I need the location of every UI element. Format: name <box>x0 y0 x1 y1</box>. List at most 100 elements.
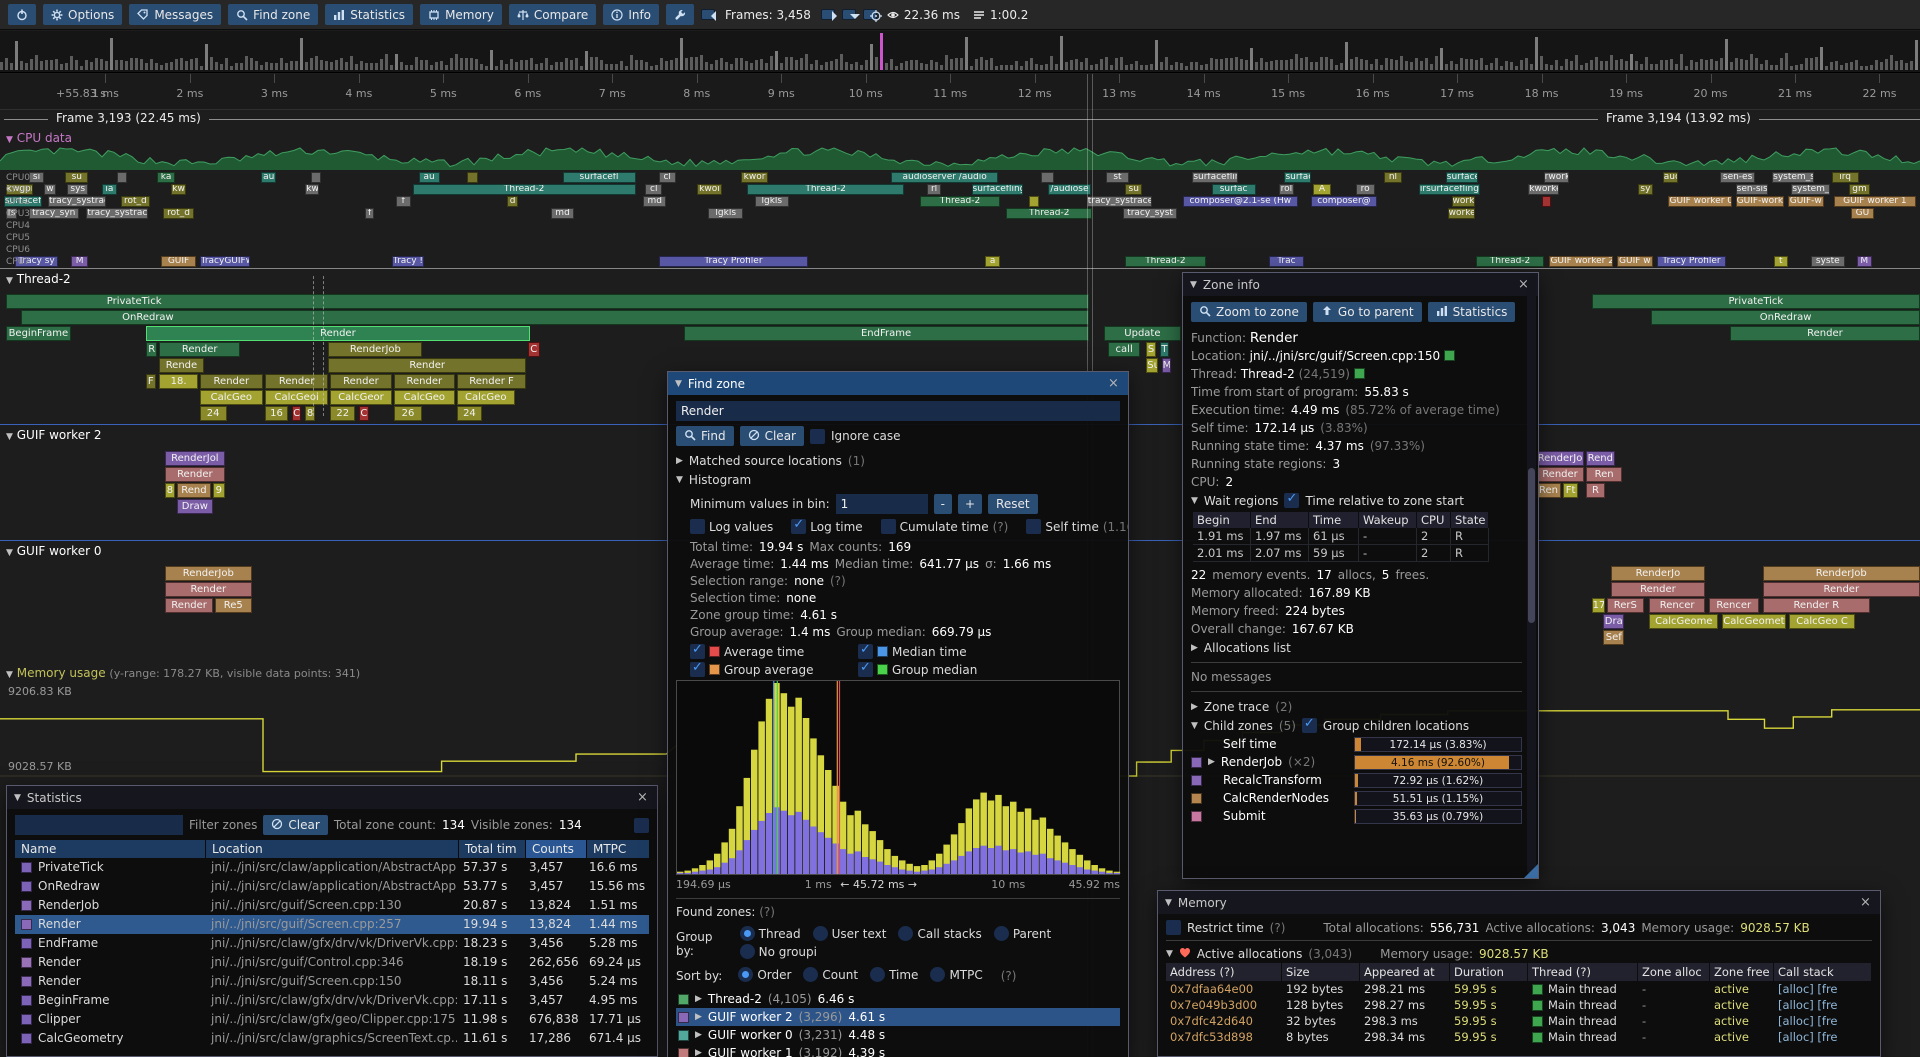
timeline-zone[interactable]: Render <box>165 598 213 613</box>
found-group-guif-worker-1[interactable]: ▶GUIF worker 1(3,192)4.39 s <box>676 1044 1120 1057</box>
close-icon[interactable]: × <box>1858 895 1873 910</box>
option-log-values[interactable]: Log values <box>690 519 773 534</box>
collapse-icon[interactable]: ▼ <box>14 793 21 803</box>
toolbar-button-find-zone[interactable]: Find zone <box>228 4 318 25</box>
memory-column-thread[interactable]: Thread (?) <box>1528 963 1638 981</box>
timeline-zone[interactable]: OnRedraw <box>21 310 1089 325</box>
matched-source-locations[interactable]: ▶Matched source locations(1) <box>676 451 1120 470</box>
frame-label-3193[interactable]: Frame 3,193 (22.45 ms) <box>48 111 209 125</box>
stats-row-render[interactable]: Renderjni/../jni/src/guif/Control.cpp:34… <box>15 953 649 972</box>
child-zone-self-time[interactable]: Self time172.14 μs (3.83%) <box>1191 735 1522 753</box>
toolbar-button-memory[interactable]: Memory <box>420 4 502 25</box>
timeline-zone[interactable]: EndFrame <box>684 326 1089 341</box>
memory-column-duration[interactable]: Duration <box>1450 963 1528 981</box>
timeline-zone[interactable]: 16 <box>265 406 288 421</box>
timeline-zone[interactable]: CalcGeo <box>457 390 515 405</box>
timeline-zone[interactable]: Render R <box>1763 598 1871 613</box>
stats-row-render[interactable]: Renderjni/../jni/src/guif/Screen.cpp:150… <box>15 972 649 991</box>
child-zone-recalctransform[interactable]: RecalcTransform72.92 μs (1.62%) <box>1191 771 1522 789</box>
timeline-zone[interactable]: M <box>1162 358 1172 373</box>
stats-column-location[interactable]: Location <box>206 840 458 858</box>
memory-column-zone-alloc[interactable]: Zone alloc <box>1638 963 1710 981</box>
timeline-zone[interactable]: RenderJob <box>1763 566 1920 581</box>
timeline-zone[interactable]: F <box>146 374 156 389</box>
timeline-zone[interactable]: Rend <box>1586 451 1615 466</box>
child-zone-submit[interactable]: Submit35.63 μs (0.79%) <box>1191 807 1522 825</box>
timeline-zone[interactable]: RenderJob <box>328 342 422 357</box>
stats-row-renderjob[interactable]: RenderJobjni/../jni/src/guif/Screen.cpp:… <box>15 896 649 915</box>
chevron-down-icon[interactable]: ▼ <box>676 475 683 485</box>
chevron-right-icon[interactable]: ▶ <box>1208 757 1215 767</box>
collapse-icon[interactable]: ▼ <box>1165 898 1172 908</box>
legend-average-time[interactable]: Average time <box>690 644 840 659</box>
stats-row-privatetick[interactable]: PrivateTickjni/../jni/src/claw/applicati… <box>15 858 649 877</box>
reset-button[interactable]: Reset <box>988 494 1038 514</box>
found-group-guif-worker-0[interactable]: ▶GUIF worker 0(3,231)4.48 s <box>676 1026 1120 1044</box>
timeline-zone[interactable]: Rencer <box>1649 598 1705 613</box>
toolbar-button-options[interactable]: Options <box>43 4 122 25</box>
stats-row-beginframe[interactable]: BeginFramejni/../jni/src/claw/gfx/drv/vk… <box>15 991 649 1010</box>
frame-markers-row[interactable]: Frame 3,193 (22.45 ms) Frame 3,194 (13.9… <box>0 110 1920 128</box>
group-by-user-text[interactable]: User text <box>813 926 887 941</box>
timeline-zone[interactable]: C <box>359 406 369 421</box>
relative-time-checkbox[interactable] <box>1284 493 1299 508</box>
cpu-data-header[interactable]: ▼ CPU data <box>6 131 72 145</box>
timeline-zone[interactable]: Render <box>165 582 251 597</box>
timeline-zone[interactable]: C <box>292 406 302 421</box>
timeline-zone[interactable]: 9 <box>213 483 225 498</box>
chevron-right-icon[interactable]: ▶ <box>695 994 702 1004</box>
allocation-row-0x7dfc42d640[interactable]: 0x7dfc42d64032 bytes298.3 ms59.95 sMain … <box>1166 1013 1872 1029</box>
timeline-zone[interactable]: Sef <box>1603 630 1624 645</box>
timeline-zone[interactable]: Draw <box>177 499 213 514</box>
toolbar-button-power[interactable] <box>8 4 36 25</box>
nav-prev-frame[interactable] <box>701 9 715 20</box>
timeline-zone[interactable]: CalcGeomet <box>1722 614 1785 629</box>
wait-regions-header[interactable]: ▼Wait regions Time relative to zone star… <box>1191 491 1522 510</box>
timeline-zone[interactable]: 22 <box>330 406 355 421</box>
memory-column-call-stack[interactable]: Call stack <box>1774 963 1872 981</box>
timeline-zone[interactable]: RerS <box>1607 598 1643 613</box>
collapse-icon[interactable]: ▼ <box>1190 280 1197 290</box>
thread-header-guif-worker-0[interactable]: ▼ GUIF worker 0 <box>6 544 101 558</box>
timeline-zone[interactable]: Su <box>1146 358 1158 373</box>
memory-column-address[interactable]: Address (?) <box>1166 963 1282 981</box>
timeline-zone[interactable]: S <box>1146 342 1156 357</box>
thread-header-thread-2[interactable]: ▼ Thread-2 <box>6 272 71 286</box>
child-zone-renderjob[interactable]: ▶RenderJob(×2)4.16 ms (92.60%) <box>1191 753 1522 771</box>
timeline-zone[interactable]: Render F <box>457 374 526 389</box>
timeline-zone[interactable]: CalcGeoi <box>265 390 328 405</box>
timeline-zone[interactable]: Render <box>165 467 225 482</box>
timeline-zone[interactable]: Render <box>330 374 391 389</box>
timeline-zone[interactable]: Ren <box>1536 483 1561 498</box>
timeline-zone[interactable]: RenderJo <box>1536 451 1584 466</box>
timeline-zone[interactable]: CalcGeo C <box>1789 614 1854 629</box>
timeline-zone[interactable]: PrivateTick <box>1592 294 1920 309</box>
histogram-section-header[interactable]: ▼Histogram <box>676 470 1120 489</box>
legend-group-median[interactable]: Group median <box>858 662 1008 677</box>
resize-grip[interactable] <box>1524 864 1538 878</box>
nav-next-frame[interactable] <box>821 9 835 20</box>
timeline-zone[interactable]: Render <box>328 358 526 373</box>
scrollbar-thumb[interactable] <box>1528 468 1535 623</box>
timeline-zone[interactable]: Rende <box>159 358 203 373</box>
timeline-zone[interactable]: CalcGeo <box>200 390 263 405</box>
option-log-time[interactable]: Log time <box>791 519 862 534</box>
collapse-icon[interactable]: ▼ <box>6 276 13 286</box>
timeline-zone[interactable]: Render <box>146 326 530 341</box>
chevron-right-icon[interactable]: ▶ <box>695 1030 702 1040</box>
timeline-zone[interactable]: CalcGeor <box>330 390 391 405</box>
collapse-icon[interactable]: ▼ <box>675 379 682 389</box>
stats-row-endframe[interactable]: EndFramejni/../jni/src/claw/gfx/drv/vk/D… <box>15 934 649 953</box>
stats-row-onredraw[interactable]: OnRedrawjni/../jni/src/claw/application/… <box>15 877 649 896</box>
memory-usage-header[interactable]: ▼ Memory usage (y-range: 178.27 KB, visi… <box>6 666 360 680</box>
timeline-zone[interactable]: Rencer <box>1709 598 1759 613</box>
go-to-parent-button[interactable]: Go to parent <box>1313 302 1422 322</box>
clear-button[interactable]: Clear <box>740 426 804 446</box>
ignore-case-checkbox[interactable] <box>810 429 825 444</box>
timeline-zone[interactable]: Render <box>159 342 240 357</box>
timeline-zone[interactable]: Render <box>265 374 328 389</box>
option-self-time[interactable]: Self time(1.16%) <box>1026 519 1128 534</box>
chevron-down-icon[interactable]: ▼ <box>1191 721 1198 731</box>
frame-label-3194[interactable]: Frame 3,194 (13.92 ms) <box>1598 111 1759 125</box>
stats-column-total-tim[interactable]: Total tim <box>459 840 525 858</box>
